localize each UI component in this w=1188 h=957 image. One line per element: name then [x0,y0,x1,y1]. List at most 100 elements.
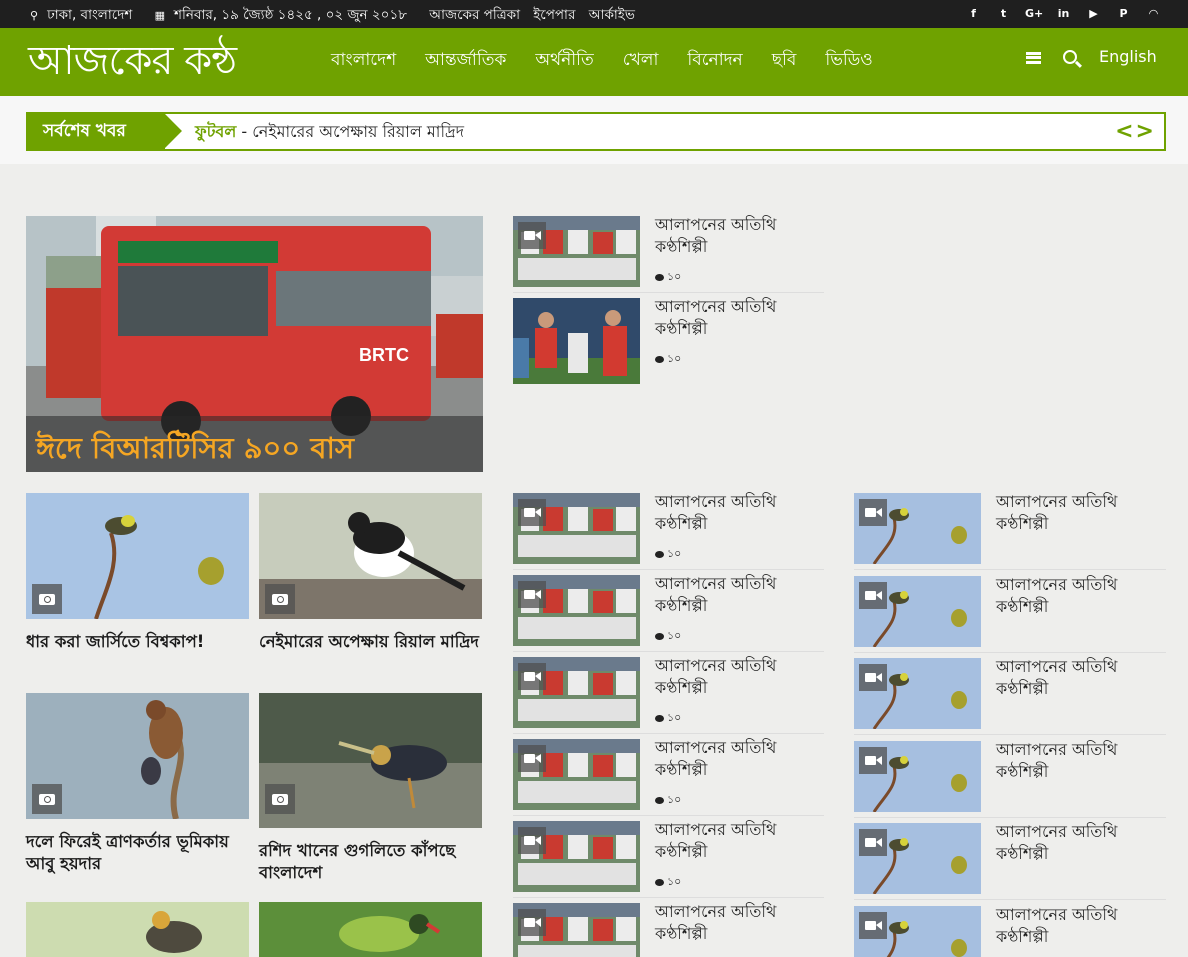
comment-count: ১০ [655,350,681,369]
grid-story[interactable]: রশিদ খানের গুগলিতে কাঁপছে বাংলাদেশ [259,693,482,884]
pinterest-icon[interactable]: P [1115,5,1132,22]
nav-international[interactable]: আন্তর্জাতিক [425,47,506,75]
video-item[interactable]: আলাপনের অতিথি কণ্ঠশিল্পী [854,656,1166,740]
bird-photo-thumb [854,658,981,729]
bird-photo-thumb [854,740,981,812]
list-item[interactable]: আলাপনের অতিথি কণ্ঠশিল্পী ১০ [513,491,825,575]
video-item[interactable]: আলাপনের অতিথি কণ্ঠশিল্পী [854,574,1166,658]
nav-entertainment[interactable]: বিনোদন [687,47,742,75]
youtube-icon[interactable]: ▶ [1085,5,1102,22]
video-item[interactable]: আলাপনের অতিথি কণ্ঠশিল্পী [854,904,1166,957]
video-item[interactable]: আলাপনের অতিথি কণ্ঠশিল্পী [854,739,1166,823]
team-photo-thumb [513,903,640,957]
list-title[interactable]: আলাপনের অতিথি কণ্ঠশিল্পী [655,737,825,781]
comment-count: ১০ [655,791,681,810]
list-title[interactable]: আলাপনের অতিথি কণ্ঠশিল্পী [996,821,1166,865]
list-title[interactable]: আলাপনের অতিথি কণ্ঠশিল্পী [655,819,825,863]
comment-icon [655,879,664,886]
grid-story[interactable]: নেইমারের অপেক্ষায় রিয়াল মাদ্রিদ [259,493,482,653]
grid-story[interactable]: দলে ফিরেই ত্রাণকর্তার ভূমিকায় আবু হয়দা… [26,693,249,875]
comment-icon [655,274,664,281]
date: ▦ শনিবার, ১৯ জ্যৈষ্ঠ ১৪২৫ , ০২ জুন ২০১৮ [155,7,416,23]
comment-count: ১০ [655,268,681,287]
grid-story[interactable]: ধার করা জার্সিতে বিশ্বকাপ! [26,493,249,653]
ticker-item[interactable]: ফুটবল - নেইমারের অপেক্ষায় রিয়াল মাদ্রি… [195,114,464,149]
list-title[interactable]: আলাপনের অতিথি কণ্ঠশিল্পী [655,655,825,699]
facebook-icon[interactable]: f [965,5,982,22]
site-logo[interactable]: আজকের কন্ঠ [28,37,237,85]
calendar-icon: ▦ [154,9,165,22]
list-title[interactable]: আলাপনের অতিথি কণ্ঠশিল্পী [996,739,1166,783]
story-title[interactable]: রশিদ খানের গুগলিতে কাঁপছে বাংলাদেশ [259,840,482,884]
video-icon [859,911,887,939]
list-title[interactable]: আলাপনের অতিথি কণ্ঠশিল্পী [655,573,825,617]
linkedin-icon[interactable]: in [1055,5,1072,22]
list-item[interactable]: আলাপনের অতিথি কণ্ঠশিল্পী ১০ [513,819,825,903]
nav-sports[interactable]: খেলা [623,47,659,75]
nav-bangladesh[interactable]: বাংলাদেশ [331,47,396,75]
list-title[interactable]: আলাপনের অতিথি কণ্ঠশিল্পী [996,904,1166,948]
rss-icon[interactable]: ◠ [1145,5,1162,22]
video-icon [518,581,546,608]
list-title[interactable]: আলাপনের অতিথি কণ্ঠশিল্পী [655,296,825,340]
ticker-label: সর্বশেষ খবর [28,114,165,149]
camera-icon [265,784,295,814]
list-title[interactable]: আলাপনের অতিথি কণ্ঠশিল্পী [655,901,825,945]
twitter-icon[interactable]: t [995,5,1012,22]
video-icon [518,222,546,249]
story-image [26,693,249,819]
list-title[interactable]: আলাপনের অতিথি কণ্ঠশিল্পী [996,656,1166,700]
story-title[interactable]: নেইমারের অপেক্ষায় রিয়াল মাদ্রিদ [259,631,482,653]
list-title[interactable]: আলাপনের অতিথি কণ্ঠশিল্পী [655,214,825,258]
video-icon [518,745,546,772]
nav-videos[interactable]: ভিডিও [825,47,872,75]
ticker-separator: - [236,122,253,141]
link-epaper[interactable]: ইপেপার [533,7,575,23]
grid-story[interactable] [26,902,249,957]
divider [513,651,824,652]
camera-icon [32,784,62,814]
divider [513,569,824,570]
video-icon [859,746,887,774]
list-item[interactable]: আলাপনের অতিথি কণ্ঠশিল্পী [513,901,825,957]
video-icon [859,664,887,691]
list-title[interactable]: আলাপনের অতিথি কণ্ঠশিল্পী [655,491,825,535]
list-item[interactable]: আলাপনের অতিথি কণ্ঠশিল্পী ১০ [513,573,825,657]
google-plus-icon[interactable]: G+ [1025,5,1043,22]
link-todays-paper[interactable]: আজকের পত্রিকা [429,7,520,23]
ticker-category: ফুটবল [195,122,237,141]
comment-count-text: ১০ [667,547,682,560]
language-switch[interactable]: English [1099,47,1157,66]
bus-sign-text: BRTC [359,345,409,365]
list-item[interactable]: আলাপনের অতিথি কণ্ঠশিল্পী ১০ [513,737,825,821]
video-item[interactable]: আলাপনের অতিথি কণ্ঠশিল্পী [854,821,1166,905]
comment-icon [655,356,664,363]
list-title[interactable]: আলাপনের অতিথি কণ্ঠশিল্পী [996,491,1166,535]
nav-economy[interactable]: অর্থনীতি [535,47,593,75]
video-item[interactable]: আলাপনের অতিথি কণ্ঠশিল্পী [854,491,1166,575]
list-title[interactable]: আলাপনের অতিথি কণ্ঠশিল্পী [996,574,1166,618]
search-icon[interactable] [1063,49,1077,64]
link-archive[interactable]: আর্কাইভ [589,7,635,23]
nav-photos[interactable]: ছবি [772,47,797,75]
lead-story[interactable]: BRTC ঈদে বিআরটিসির ৯০০ বাস [26,216,483,472]
video-icon [518,499,546,526]
breaking-news-ticker: সর্বশেষ খবর ফুটবল - নেইমারের অপেক্ষায় র… [26,112,1166,151]
story-title[interactable]: দলে ফিরেই ত্রাণকর্তার ভূমিকায় আবু হয়দা… [26,831,249,875]
date-text: শনিবার, ১৯ জ্যৈষ্ঠ ১৪২৫ , ০২ জুন ২০১৮ [173,7,407,23]
menu-icon[interactable] [1026,51,1041,64]
story-title[interactable]: ধার করা জার্সিতে বিশ্বকাপ! [26,631,249,653]
grid-story[interactable] [259,902,482,957]
bird-photo-thumb [854,493,981,564]
divider [854,734,1166,735]
camera-icon [265,584,295,614]
list-item[interactable]: আলাপনের অতিথি কণ্ঠশিল্পী ১০ [513,655,825,739]
list-item[interactable]: আলাপনের অতিথি কণ্ঠশিল্পী ১০ [513,296,825,384]
list-item[interactable]: আলাপনের অতিথি কণ্ঠশিল্পী ১০ [513,214,825,298]
lead-caption[interactable]: ঈদে বিআরটিসির ৯০০ বাস [26,416,483,472]
ticker-arrows[interactable]: <> [1115,114,1156,149]
divider [854,816,1166,818]
divider [513,292,824,293]
comment-count-text: ১০ [667,711,682,724]
comment-count-text: ১০ [667,629,682,642]
